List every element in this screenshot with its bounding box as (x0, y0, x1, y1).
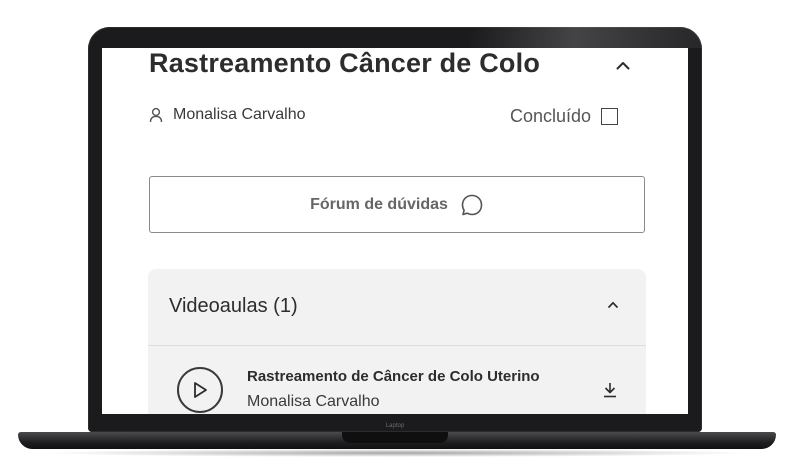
forum-button[interactable]: Fórum de dúvidas (149, 176, 645, 233)
collapse-course-button[interactable] (610, 54, 636, 76)
screen: Rastreamento Câncer de Colo Monalisa Car… (102, 48, 688, 414)
chevron-up-icon (608, 301, 618, 308)
video-lessons-panel: Videoaulas (1) Rastreamento de Câncer de… (148, 269, 646, 414)
course-author: Monalisa Carvalho (149, 106, 306, 124)
forum-label: Fórum de dúvidas (310, 195, 448, 213)
course-title: Rastreamento Câncer de Colo (149, 48, 541, 78)
chat-bubble-icon (461, 194, 483, 215)
download-button[interactable] (599, 379, 621, 401)
completed-checkbox[interactable] (601, 108, 619, 125)
completed-label: Concluído (510, 106, 592, 126)
collapse-videos-button[interactable] (600, 293, 626, 315)
user-icon (149, 107, 163, 123)
lesson-title[interactable]: Rastreamento de Câncer de Colo Uterino (247, 368, 540, 385)
laptop-notch (342, 432, 448, 443)
download-icon (604, 383, 616, 398)
play-icon (194, 382, 207, 398)
laptop-shadow (40, 449, 754, 457)
video-lessons-header: Videoaulas (1) (169, 295, 298, 317)
chevron-up-icon (616, 61, 630, 69)
author-name: Monalisa Carvalho (173, 106, 306, 123)
lesson-author: Monalisa Carvalho (247, 393, 380, 410)
completed-toggle[interactable]: Concluído (510, 106, 619, 127)
play-button[interactable] (177, 367, 223, 413)
laptop-label: Laptop (385, 423, 405, 429)
divider (148, 345, 646, 346)
